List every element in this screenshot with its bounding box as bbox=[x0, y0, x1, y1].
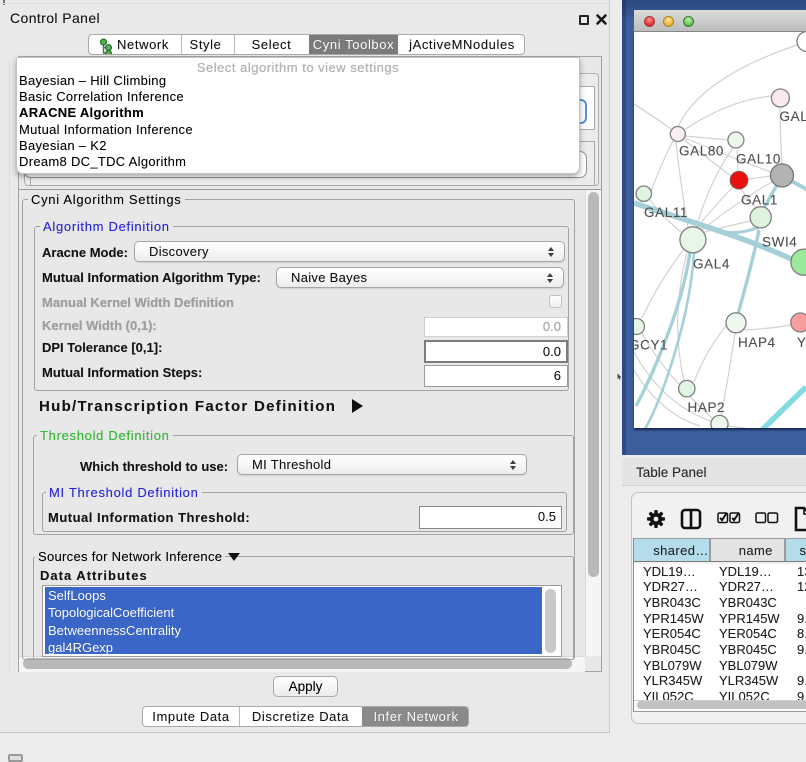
svg-text:HAP4: HAP4 bbox=[738, 335, 776, 350]
svg-text:GAL4: GAL4 bbox=[693, 257, 730, 272]
svg-text:HAP2: HAP2 bbox=[688, 400, 726, 415]
svg-text:GAL7: GAL7 bbox=[780, 109, 806, 124]
svg-text:SWI4: SWI4 bbox=[762, 235, 797, 250]
svg-text:GAL1: GAL1 bbox=[741, 193, 778, 208]
svg-text:GAL10: GAL10 bbox=[736, 152, 781, 167]
svg-text:GCY1: GCY1 bbox=[634, 338, 668, 353]
svg-text:GAL11: GAL11 bbox=[644, 205, 688, 220]
svg-text:GAL80: GAL80 bbox=[679, 144, 724, 159]
svg-text:YM: YM bbox=[797, 335, 806, 350]
